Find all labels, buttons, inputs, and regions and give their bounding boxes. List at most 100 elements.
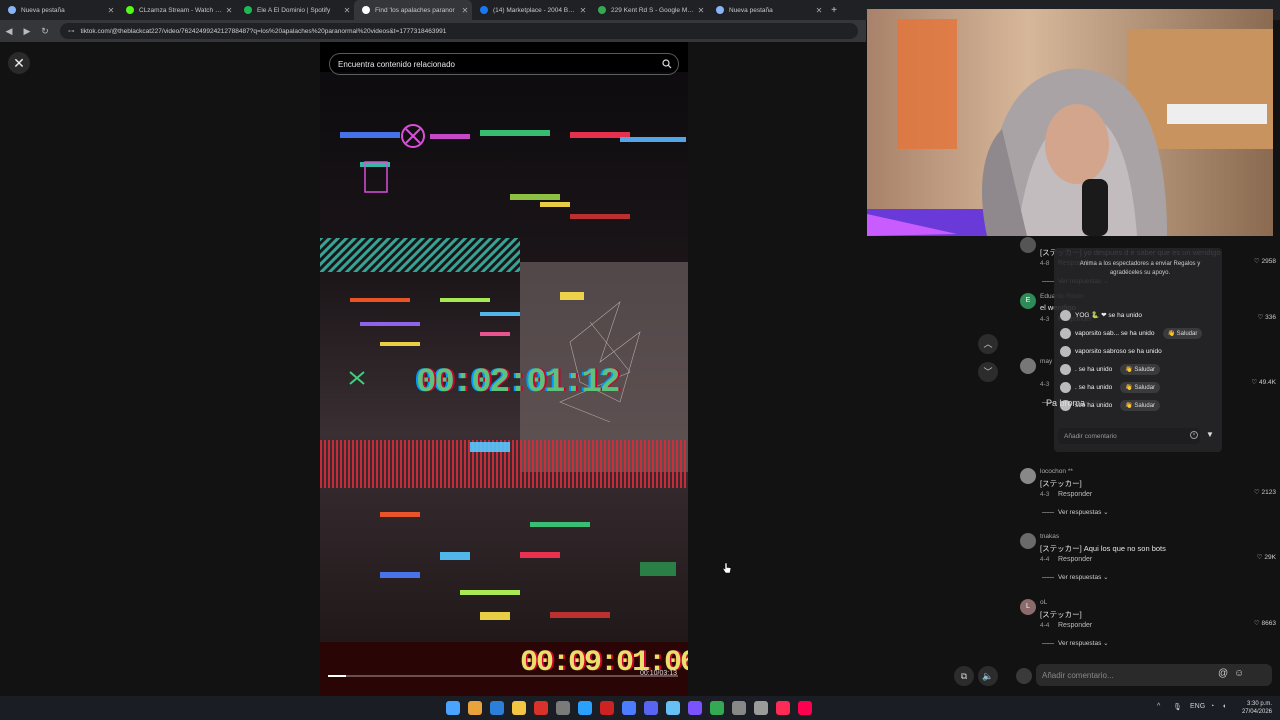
comment-date: 4-4 — [1040, 622, 1050, 629]
like-count[interactable]: ♡ 336 — [1258, 313, 1277, 321]
join-text: vaporsito sab... se ha unido — [1075, 329, 1155, 337]
speaker-icon[interactable]: ◖ — [1222, 703, 1226, 710]
next-video-button[interactable]: ﹀ — [978, 362, 998, 382]
taskbar-app-icon[interactable] — [490, 701, 504, 715]
avatar[interactable] — [1020, 237, 1036, 253]
picture-in-picture-icon[interactable]: ⧉ — [954, 666, 974, 686]
like-count[interactable]: ♡ 8663 — [1254, 619, 1276, 627]
back-icon[interactable]: ◀ — [0, 26, 18, 37]
comment-username[interactable]: may — [1040, 358, 1052, 365]
view-replies-button[interactable]: Ver respuestas ⌄ — [1042, 573, 1109, 581]
video-progress-bar[interactable] — [328, 675, 678, 677]
comment-username[interactable]: tnakas — [1040, 533, 1059, 540]
reply-button[interactable]: Responder — [1058, 491, 1092, 498]
like-count-value: 2123 — [1261, 489, 1276, 496]
chevron-up-icon[interactable]: ^ — [1157, 703, 1160, 710]
live-activity-panel: Anima a los espectadores a enviar Regalo… — [1046, 248, 1222, 452]
video-timecode-overlay: 00:02:01:12 — [416, 364, 620, 402]
browser-tab[interactable]: 229 Kent Rd S - Google Maps ✕ — [590, 0, 708, 20]
tab-close-icon[interactable]: ✕ — [458, 6, 472, 15]
wave-button[interactable]: 👋 Saludar — [1162, 327, 1203, 339]
taskbar-app-icon[interactable] — [622, 701, 636, 715]
tab-close-icon[interactable]: ✕ — [340, 6, 354, 15]
mention-icon[interactable]: @ — [1218, 668, 1228, 679]
view-replies-button[interactable]: Ver respuestas ⌄ — [1042, 508, 1109, 516]
comment-text: [ステッカー] — [1040, 479, 1082, 488]
mic-icon[interactable]: 🎙 — [1173, 703, 1182, 711]
avatar — [1016, 668, 1032, 684]
avatar[interactable] — [1020, 533, 1036, 549]
join-text: . se ha unido — [1075, 365, 1113, 373]
taskbar-app-icon[interactable] — [644, 701, 658, 715]
avatar[interactable]: L — [1020, 599, 1036, 615]
taskbar-app-icon[interactable] — [666, 701, 680, 715]
wave-button[interactable]: 👋 Saludar — [1120, 399, 1161, 411]
taskbar-app-icon[interactable] — [776, 701, 790, 715]
join-notification: . se ha unido 👋 Saludar — [1060, 362, 1220, 376]
windows-taskbar: ^ 🎙 ENG ◔ ◖ 3:30 p.m. 27/04/2026 — [0, 696, 1280, 720]
view-replies-button[interactable]: Ver respuestas ⌄ — [1042, 639, 1109, 647]
wave-button[interactable]: 👋 Saludar — [1120, 381, 1161, 393]
avatar[interactable] — [1020, 468, 1036, 484]
taskbar-app-icon[interactable] — [468, 701, 482, 715]
search-input[interactable] — [338, 59, 656, 69]
join-notification: vaporsito sab... se ha unido 👋 Saludar — [1060, 326, 1220, 340]
taskbar-app-icon[interactable] — [710, 701, 724, 715]
forward-icon[interactable]: ▶ — [18, 26, 36, 37]
avatar[interactable]: E — [1020, 293, 1036, 309]
like-count[interactable]: ♡ 2958 — [1254, 257, 1276, 265]
browser-tab[interactable]: CLzamza Stream - Watch Live o✕ — [118, 0, 236, 20]
comment-username[interactable]: oL — [1040, 599, 1047, 606]
taskbar-app-icon[interactable] — [578, 701, 592, 715]
tab-label: (14) Marketplace - 2004 BMW 3 — [493, 6, 576, 14]
language-indicator[interactable]: ENG — [1190, 703, 1205, 710]
taskbar-app-icon[interactable] — [534, 701, 548, 715]
taskbar-app-icon[interactable] — [798, 701, 812, 715]
taskbar-app-icon[interactable] — [556, 701, 570, 715]
volume-icon[interactable]: 🔈 — [978, 666, 998, 686]
browser-tab[interactable]: Ele A El Dominio | Spotify ✕ — [236, 0, 354, 20]
avatar[interactable] — [1020, 358, 1036, 374]
comment-item: tnakas [ステッカー] Aqui los que no son bots 4-… — [1020, 533, 1276, 589]
reply-button[interactable]: Responder — [1058, 556, 1092, 563]
taskbar-app-icon[interactable] — [600, 701, 614, 715]
wifi-icon[interactable]: ◔ — [1210, 703, 1214, 710]
emoji-icon[interactable]: ☺ — [1234, 668, 1244, 679]
clear-icon[interactable]: × — [1190, 431, 1198, 439]
browser-tab[interactable]: Find 'los apalaches paranor ✕ — [354, 0, 472, 20]
tab-close-icon[interactable]: ✕ — [812, 6, 826, 15]
comment-username[interactable]: locochon ** — [1040, 468, 1073, 475]
tab-label: Nueva pestaña — [729, 6, 773, 14]
tab-close-icon[interactable]: ✕ — [694, 6, 708, 15]
browser-tab[interactable]: (14) Marketplace - 2004 BMW 3 ✕ — [472, 0, 590, 20]
gift-hint: Anima a los espectadores a enviar Regalo… — [1079, 261, 1201, 276]
url-field[interactable]: ⊶ tiktok.com/@theblackcat227/video/76242… — [60, 23, 858, 39]
like-count[interactable]: ♡ 49.4K — [1251, 378, 1276, 386]
tab-close-icon[interactable]: ✕ — [576, 6, 590, 15]
reload-icon[interactable]: ↻ — [36, 26, 54, 37]
windows-start-icon[interactable] — [446, 701, 460, 715]
related-content-search[interactable] — [329, 53, 679, 75]
like-count[interactable]: ♡ 29K — [1257, 553, 1276, 561]
wave-button[interactable]: 👋 Saludar — [1120, 363, 1161, 375]
taskbar-app-icon[interactable] — [688, 701, 702, 715]
video-player[interactable]: 00:02:01:12 00:09:01:06 00:10/03:13 — [320, 42, 688, 696]
live-comment-input[interactable] — [1058, 428, 1200, 444]
clock[interactable]: 3:30 p.m. 27/04/2026 — [1236, 700, 1272, 716]
previous-video-button[interactable]: ︿ — [978, 334, 998, 354]
reply-button[interactable]: Responder — [1058, 622, 1092, 629]
new-tab-button[interactable]: + — [826, 5, 842, 16]
tab-close-icon[interactable]: ✕ — [222, 6, 236, 15]
close-icon[interactable]: ✕ — [8, 52, 30, 74]
site-info-icon[interactable]: ⊶ — [68, 27, 75, 35]
filter-icon[interactable]: ▼ — [1206, 430, 1214, 439]
search-icon[interactable] — [656, 54, 678, 74]
taskbar-app-icon[interactable] — [732, 701, 746, 715]
taskbar-app-icon[interactable] — [512, 701, 526, 715]
tab-close-icon[interactable]: ✕ — [104, 6, 118, 15]
browser-tab[interactable]: Nueva pestaña ✕ — [708, 0, 826, 20]
like-count[interactable]: ♡ 2123 — [1254, 488, 1276, 496]
browser-tab[interactable]: Nueva pestaña ✕ — [0, 0, 118, 20]
overlapping-text: Pa broma — [1046, 398, 1086, 408]
taskbar-app-icon[interactable] — [754, 701, 768, 715]
